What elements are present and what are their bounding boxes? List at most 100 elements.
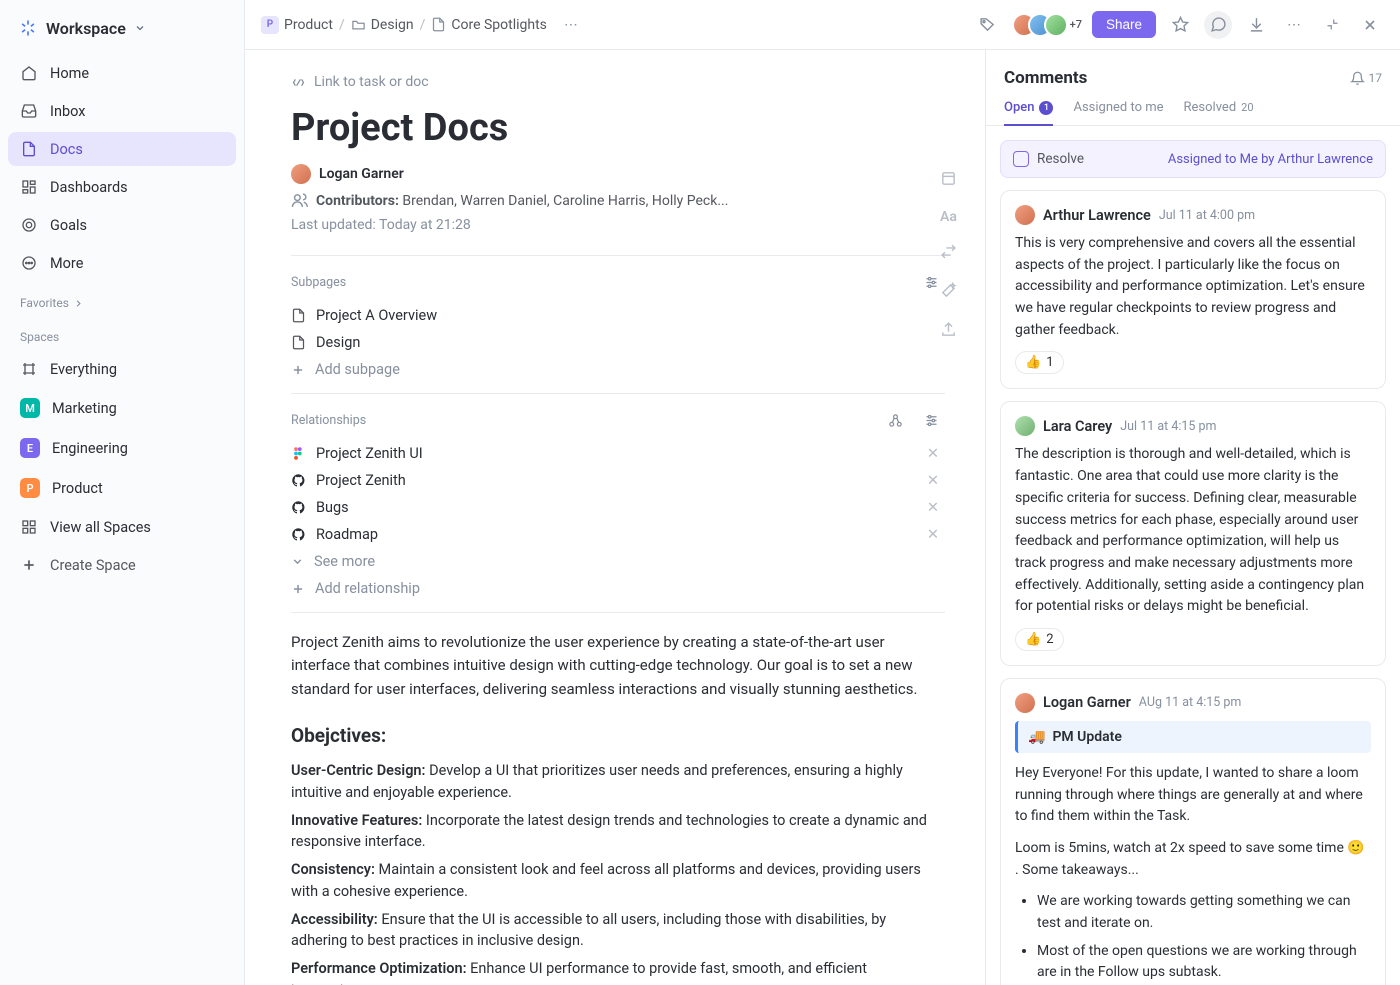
relationship-item[interactable]: Roadmap ✕ [291,521,945,548]
comment-author: Lara Carey [1043,418,1112,435]
comment-author: Logan Garner [1043,694,1131,711]
space-marketing[interactable]: M Marketing [8,390,236,426]
doc-icon [431,17,446,32]
nav-inbox-label: Inbox [50,103,85,120]
remove-relationship-icon[interactable]: ✕ [927,472,945,489]
remove-relationship-icon[interactable]: ✕ [927,499,945,516]
tab-assigned[interactable]: Assigned to me [1073,100,1163,125]
chevron-down-icon [134,19,146,38]
tab-resolved[interactable]: Resolved 20 [1184,100,1254,125]
comment-body: Loom is 5mins, watch at 2x speed to save… [1015,838,1371,881]
crumb-page[interactable]: Core Spotlights [431,17,547,33]
relationship-item[interactable]: Project Zenith UI ✕ [291,440,945,467]
ai-wand-icon[interactable] [940,282,957,303]
resolve-assigned: Assigned to Me by Arthur Lawrence [1168,152,1373,167]
inbox-icon [20,102,38,120]
space-everything[interactable]: Everything [8,352,236,386]
nav-more-label: More [50,255,83,272]
comment-time: AUg 11 at 4:15 pm [1139,695,1242,710]
objective-item: Performance Optimization: Enhance UI per… [291,958,945,985]
nav-docs[interactable]: Docs [8,132,236,166]
objectives-heading: Obejctives: [291,721,945,750]
add-relationship[interactable]: Add relationship [291,575,945,602]
star-icon[interactable] [1166,11,1194,39]
collapse-icon[interactable] [1318,11,1346,39]
workspace-name: Workspace [46,19,126,38]
comments-panel: Comments 17 Open 1 Assigned to me Resolv… [985,50,1400,985]
doc-author[interactable]: Logan Garner [291,164,945,184]
objective-item: Innovative Features: Incorporate the lat… [291,810,945,854]
workspace-switcher[interactable]: Workspace [8,12,236,52]
folder-icon [351,17,366,32]
download-icon[interactable] [1242,11,1270,39]
people-icon [291,192,308,209]
crumb-design[interactable]: Design [351,17,414,33]
more-options-icon[interactable]: ⋯ [1280,11,1308,39]
see-more-relationships[interactable]: See more [291,548,945,575]
link-to-task[interactable]: Link to task or doc [291,74,945,90]
tag-icon[interactable] [974,11,1002,39]
view-all-spaces[interactable]: View all Spaces [8,510,236,544]
font-icon[interactable]: Aa [940,209,957,225]
add-subpage[interactable]: Add subpage [291,356,945,383]
resolve-bar: Resolve Assigned to Me by Arthur Lawrenc… [1000,140,1386,178]
space-engineering[interactable]: E Engineering [8,430,236,466]
topbar: P Product / Design / Core Spotlights ⋯ +… [245,0,1400,50]
reaction-thumbs-up[interactable]: 👍 1 [1015,351,1064,374]
relationship-item[interactable]: Bugs ✕ [291,494,945,521]
doc-updated: Last updated: Today at 21:28 [291,217,945,233]
favorites-label[interactable]: Favorites [8,284,236,314]
nav-goals[interactable]: Goals [8,208,236,242]
space-marketing-label: Marketing [52,400,117,417]
subpages-label: Subpages [291,275,346,290]
resolve-checkbox-icon[interactable] [1013,151,1029,167]
space-product[interactable]: P Product [8,470,236,506]
doc-contributors[interactable]: Contributors: Brendan, Warren Daniel, Ca… [291,192,945,209]
chevron-down-icon [291,555,304,568]
nav-more[interactable]: More [8,246,236,280]
tab-open[interactable]: Open 1 [1004,100,1053,125]
relationship-item[interactable]: Project Zenith ✕ [291,467,945,494]
export-icon[interactable] [940,321,957,342]
notifications-badge[interactable]: 17 [1350,71,1383,86]
plus-icon [291,582,305,596]
remove-relationship-icon[interactable]: ✕ [927,526,945,543]
comment-bullet: We are working towards getting something… [1037,891,1371,934]
template-icon[interactable] [940,170,957,191]
comment-card[interactable]: Arthur Lawrence Jul 11 at 4:00 pm This i… [1000,190,1386,389]
dashboards-icon [20,178,38,196]
breadcrumb-more-icon[interactable]: ⋯ [557,11,585,39]
relationship-settings-icon[interactable] [917,406,945,434]
remove-relationship-icon[interactable]: ✕ [927,445,945,462]
tab-open-count: 1 [1039,101,1053,115]
crumb-product[interactable]: P Product [261,16,333,34]
comment-icon[interactable] [1204,11,1232,39]
transform-icon[interactable] [940,243,957,264]
space-everything-label: Everything [50,361,117,378]
nav-dashboards[interactable]: Dashboards [8,170,236,204]
nav-home[interactable]: Home [8,56,236,90]
relationship-link-icon[interactable] [881,406,909,434]
comment-body: Hey Everyone! For this update, I wanted … [1015,763,1371,828]
reaction-thumbs-up[interactable]: 👍 2 [1015,628,1064,651]
comment-card[interactable]: Logan Garner AUg 11 at 4:15 pm 🚚 PM Upda… [1000,678,1386,985]
comment-scroll: Resolve Assigned to Me by Arthur Lawrenc… [986,126,1400,985]
comment-author: Arthur Lawrence [1043,207,1151,224]
comment-body: This is very comprehensive and covers al… [1015,233,1371,341]
subpage-item[interactable]: Project A Overview [291,302,945,329]
doc-icon [291,335,306,350]
spaces-label: Spaces [8,318,236,348]
create-space[interactable]: Create Space [8,548,236,582]
avatar-stack[interactable]: +7 [1012,13,1082,37]
home-icon [20,64,38,82]
resolve-action[interactable]: Resolve [1013,151,1084,167]
share-button[interactable]: Share [1092,11,1156,38]
truck-icon: 🚚 [1028,729,1045,745]
nav-inbox[interactable]: Inbox [8,94,236,128]
nav-home-label: Home [50,65,89,82]
close-icon[interactable] [1356,11,1384,39]
comment-card[interactable]: Lara Carey Jul 11 at 4:15 pm The descrip… [1000,401,1386,666]
doc-title[interactable]: Project Docs [291,106,945,150]
doc-body[interactable]: Project Zenith aims to revolutionize the… [291,612,945,985]
subpage-item[interactable]: Design [291,329,945,356]
